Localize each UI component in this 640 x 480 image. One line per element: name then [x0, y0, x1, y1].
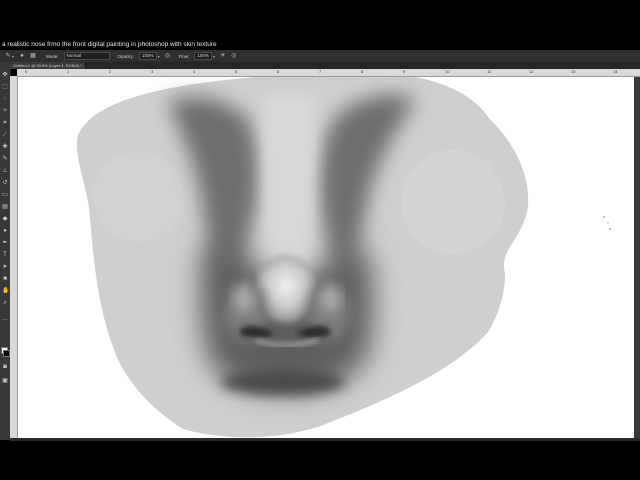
healing-tool-icon[interactable]: ✚	[2, 144, 8, 150]
move-tool-icon[interactable]: ✥	[2, 72, 8, 78]
left-ala-highlight	[234, 285, 254, 313]
background-color-swatch[interactable]	[3, 350, 10, 357]
opacity-field[interactable]: 100%	[139, 52, 157, 60]
status-strip	[10, 438, 640, 441]
horizontal-ruler[interactable]: 0 1 2 3 4 5 6 7 8 9 10 11 12 13 14	[17, 69, 640, 77]
pressure-opacity-icon[interactable]: ◎	[165, 53, 171, 59]
brush-tool-icon[interactable]: ✎	[2, 156, 8, 162]
dodge-tool-icon[interactable]: ●	[2, 228, 8, 234]
quick-mask-icon[interactable]: ◙	[2, 364, 8, 370]
more-tools-icon[interactable]: …	[2, 316, 8, 322]
ruler-label: 11	[487, 69, 492, 74]
opacity-label: Opacity:	[117, 53, 135, 59]
clone-stamp-tool-icon[interactable]: ⊥	[2, 168, 8, 174]
flow-dropdown-icon[interactable]: ▾	[213, 54, 215, 59]
shape-tool-icon[interactable]: ■	[2, 276, 8, 282]
type-tool-icon[interactable]: T	[2, 252, 8, 258]
mode-select[interactable]: Normal	[63, 52, 110, 60]
path-select-tool-icon[interactable]: ➤	[2, 264, 8, 270]
right-ala-highlight	[320, 285, 340, 313]
ruler-label: 14	[613, 69, 618, 74]
document-tab[interactable]: Untitled-1 @ 90.8% (Layer 1, RGB/8) *	[10, 62, 86, 69]
ruler-label: 10	[445, 69, 450, 74]
upper-lip-shadow	[221, 370, 345, 394]
airbrush-icon[interactable]: ✈	[220, 53, 226, 59]
bridge-highlight	[263, 93, 316, 277]
gradient-tool-icon[interactable]: ▤	[2, 204, 8, 210]
brush-preset-icon[interactable]: ✎	[5, 53, 11, 59]
zoom-tool-icon[interactable]: ⌕	[2, 300, 8, 306]
canvas-right-edge	[634, 77, 640, 438]
ruler-label: 9	[403, 69, 406, 74]
canvas[interactable]	[18, 77, 640, 438]
ruler-label: 1	[67, 69, 70, 74]
ruler-label: 2	[109, 69, 112, 74]
ruler-label: 8	[361, 69, 364, 74]
screen-mode-icon[interactable]: ▣	[2, 378, 8, 384]
brush-panel-icon[interactable]: ▦	[30, 53, 36, 59]
eyedropper-tool-icon[interactable]: ⁄	[2, 132, 8, 138]
ruler-label: 0	[25, 69, 28, 74]
crop-tool-icon[interactable]: ⌗	[2, 120, 8, 126]
ruler-label: 4	[193, 69, 196, 74]
opacity-dropdown-icon[interactable]: ▾	[158, 54, 160, 59]
flow-label: Flow:	[178, 53, 190, 59]
ruler-label: 3	[151, 69, 154, 74]
nose-painting	[77, 77, 611, 438]
lasso-tool-icon[interactable]: ◌	[2, 96, 8, 102]
ruler-label: 12	[529, 69, 534, 74]
quick-select-tool-icon[interactable]: ✧	[2, 108, 8, 114]
flow-field[interactable]: 100%	[194, 52, 212, 60]
pen-tool-icon[interactable]: ✒	[2, 240, 8, 246]
chevron-down-icon[interactable]: ▾	[12, 54, 14, 59]
pressure-size-icon[interactable]: ◎	[231, 53, 237, 59]
mode-label: Mode:	[46, 53, 59, 59]
video-title: a realistic nose frmo the front digital …	[2, 41, 217, 48]
blur-tool-icon[interactable]: ◆	[2, 216, 8, 222]
ruler-label: 7	[319, 69, 322, 74]
document-tab-bar: Untitled-1 @ 90.8% (Layer 1, RGB/8) *	[10, 62, 640, 69]
hand-tool-icon[interactable]: ✋	[2, 288, 9, 294]
vertical-ruler[interactable]	[10, 76, 18, 440]
ruler-label: 13	[571, 69, 576, 74]
marquee-tool-icon[interactable]: ⬚	[2, 84, 8, 90]
ruler-label: 6	[277, 69, 280, 74]
eraser-tool-icon[interactable]: ▭	[2, 192, 8, 198]
history-brush-tool-icon[interactable]: ↺	[2, 180, 8, 186]
brush-size-field[interactable]: ●	[19, 53, 25, 59]
ruler-label: 5	[235, 69, 238, 74]
